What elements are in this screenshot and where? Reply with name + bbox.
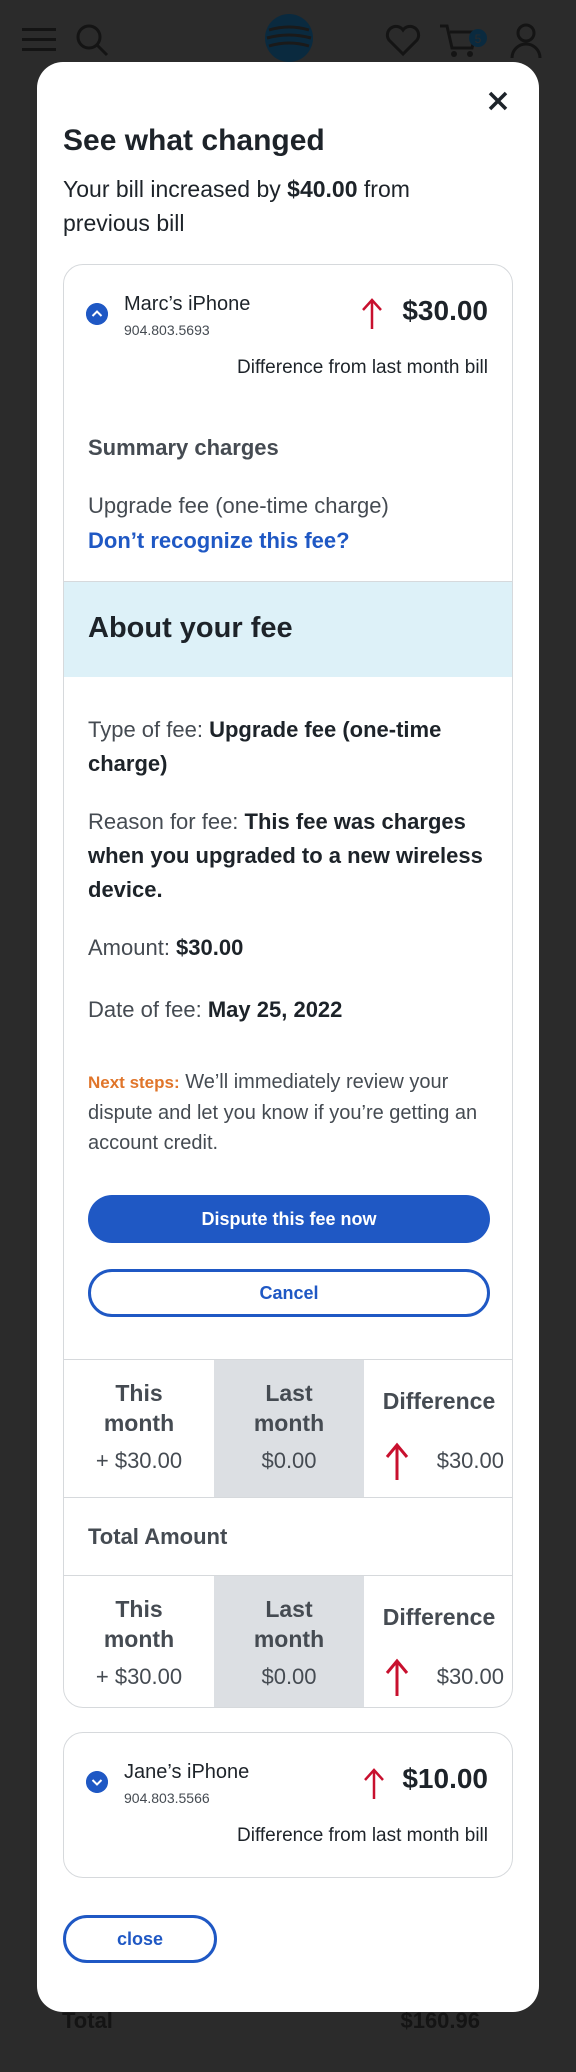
cart-icon[interactable]: 5 xyxy=(438,20,488,60)
cancel-button[interactable]: Cancel xyxy=(88,1269,490,1317)
menu-icon[interactable] xyxy=(20,20,60,60)
line-number: 904.803.5566 xyxy=(124,1790,210,1806)
chevron-down-icon[interactable] xyxy=(86,1771,108,1793)
last-month-col: Last month $0.00 xyxy=(214,1576,364,1707)
heart-icon[interactable] xyxy=(383,20,423,60)
user-icon[interactable] xyxy=(506,20,546,60)
fee-date-row: Date of fee: May 25, 2022 xyxy=(88,997,343,1022)
close-button[interactable]: close xyxy=(63,1915,217,1963)
bill-change-modal: See what changed Your bill increased by … xyxy=(37,62,539,2012)
about-fee-header: About your fee xyxy=(64,581,512,677)
line-comparison-table: This month + $30.00 Last month $0.00 Dif… xyxy=(64,1359,512,1497)
line-card-jane: Jane’s iPhone 904.803.5566 $10.00 Differ… xyxy=(63,1732,513,1878)
difference-col: Difference $30.00 xyxy=(364,1360,512,1497)
chevron-up-icon[interactable] xyxy=(86,303,108,325)
total-amount-title: Total Amount xyxy=(88,1524,228,1549)
close-icon[interactable] xyxy=(483,86,513,116)
modal-title: See what changed xyxy=(63,124,325,157)
line-name: Marc’s iPhone xyxy=(124,293,251,315)
this-month-col: This month + $30.00 xyxy=(95,1380,183,1473)
line-diff-label: Difference from last month bill xyxy=(237,357,488,378)
dont-recognize-fee-link[interactable]: Don’t recognize this fee? xyxy=(88,528,350,554)
arrow-up-icon xyxy=(362,298,382,329)
bill-increase-amount: $40.00 xyxy=(287,176,358,202)
line-card-marc: Marc’s iPhone 904.803.5693 $30.00 Differ… xyxy=(63,264,513,1708)
dispute-fee-button[interactable]: Dispute this fee now xyxy=(88,1195,490,1243)
difference-col: Difference $30.00 xyxy=(364,1576,512,1707)
fee-reason-row: Reason for fee: This fee was charges whe… xyxy=(88,809,483,902)
about-fee-title: About your fee xyxy=(88,612,293,644)
att-globe-logo[interactable] xyxy=(263,12,315,64)
cart-count-badge: 5 xyxy=(475,32,482,46)
fee-amount-row: Amount: $30.00 xyxy=(88,935,244,960)
next-steps-text: Next steps: We’ll immediately review you… xyxy=(88,1071,478,1154)
total-comparison-table: This month + $30.00 Last month $0.00 Dif… xyxy=(64,1575,512,1707)
line-number: 904.803.5693 xyxy=(124,322,210,338)
line-amount: $10.00 xyxy=(402,1763,488,1794)
fee-name: Upgrade fee (one-time charge) xyxy=(88,493,389,518)
last-month-col: Last month $0.00 xyxy=(214,1360,364,1497)
line-amount: $30.00 xyxy=(402,295,488,326)
line-diff-label: Difference from last month bill xyxy=(237,1825,488,1846)
total-amount-row: Total Amount xyxy=(64,1497,512,1575)
summary-title: Summary charges xyxy=(88,435,279,460)
modal-subtitle: Your bill increased by $40.00 from previ… xyxy=(63,176,410,236)
this-month-col: This month + $30.00 xyxy=(95,1596,183,1689)
arrow-up-icon xyxy=(385,1658,409,1696)
line-header[interactable]: Jane’s iPhone 904.803.5566 $10.00 Differ… xyxy=(64,1733,512,1849)
fee-type-row: Type of fee: Upgrade fee (one-time charg… xyxy=(88,717,442,776)
arrow-up-icon xyxy=(364,1768,384,1799)
line-header[interactable]: Marc’s iPhone 904.803.5693 $30.00 Differ… xyxy=(64,265,512,381)
line-name: Jane’s iPhone xyxy=(124,1761,250,1783)
search-icon[interactable] xyxy=(72,20,112,60)
arrow-up-icon xyxy=(385,1442,409,1480)
